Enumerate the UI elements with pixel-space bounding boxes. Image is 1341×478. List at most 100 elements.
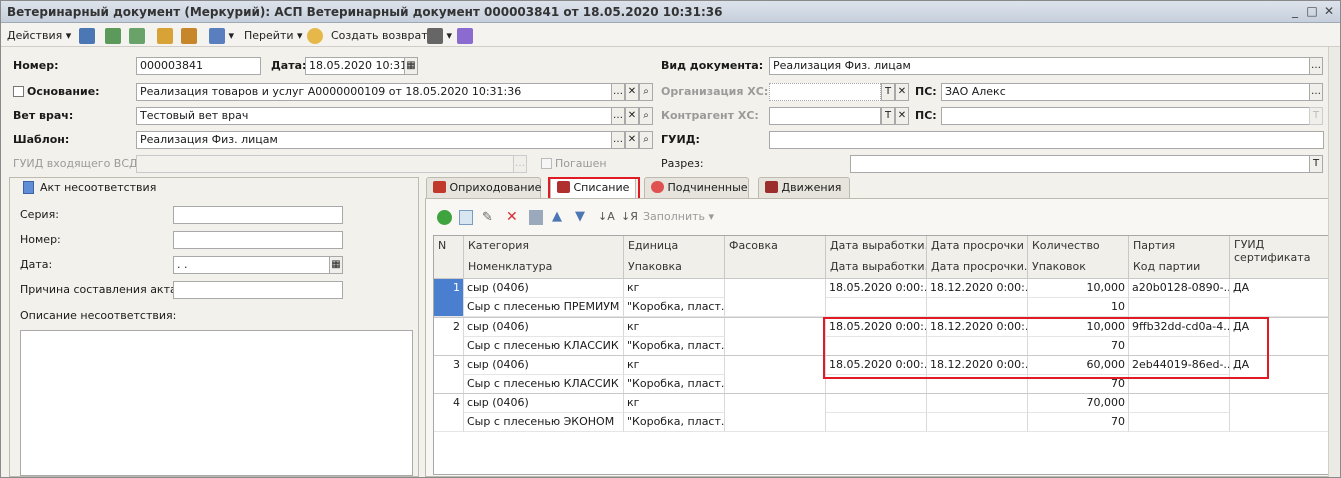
ps2-t-icon[interactable]: T [1309, 107, 1323, 125]
ps-field[interactable]: ЗАО Алекс [941, 83, 1310, 101]
contractor-clear-icon[interactable]: ✕ [895, 107, 909, 125]
org-clear-icon[interactable]: ✕ [895, 83, 909, 101]
table-row[interactable]: 4 сыр (0406) кг 70,000 Сыр с плесенью ЭК… [434, 393, 1331, 432]
col-header-nomenclature[interactable]: Номенклатура [464, 257, 624, 279]
cell-category: сыр (0406) [464, 356, 624, 375]
print-icon[interactable]: ▾ [427, 27, 452, 44]
post-icon[interactable] [157, 27, 173, 44]
description-label: Описание несоответствия: [20, 309, 177, 322]
description-textarea[interactable] [20, 330, 413, 476]
col-header-category[interactable]: Категория [464, 236, 624, 258]
sort-desc-icon[interactable]: ↓Я [621, 209, 638, 225]
cell-packaging: "Коробка, пласт... [624, 337, 725, 356]
basis-select-icon[interactable]: … [611, 83, 625, 101]
minimize-icon[interactable]: _ [1287, 4, 1303, 19]
delete-icon[interactable]: ✕ [506, 209, 520, 225]
col-header-guid[interactable]: ГУИД сертификата [1230, 236, 1331, 279]
help-icon[interactable] [307, 27, 323, 44]
date-field[interactable]: 18.05.2020 10:31:3 [305, 57, 405, 75]
act-number-field[interactable] [173, 231, 343, 249]
ps2-field[interactable] [941, 107, 1310, 125]
guid-in-select-icon[interactable]: … [513, 155, 527, 173]
template-label: Шаблон: [13, 133, 70, 146]
sort-asc-icon[interactable]: ↓A [598, 209, 615, 225]
template-open-icon[interactable]: ⌕ [639, 131, 653, 149]
ps-select-icon[interactable]: … [1309, 83, 1323, 101]
vet-clear-icon[interactable]: ✕ [625, 107, 639, 125]
tab-subordinate[interactable]: Подчиненные [644, 177, 749, 199]
act-calendar-icon[interactable]: ▦ [329, 256, 343, 274]
act-date-field[interactable]: . . [173, 256, 330, 274]
edit-icon[interactable]: ✎ [482, 210, 496, 225]
doctype-select-icon[interactable]: … [1309, 57, 1323, 75]
unpost-icon[interactable] [181, 27, 197, 44]
template-field[interactable]: Реализация Физ. лицам [136, 131, 612, 149]
save-icon[interactable] [79, 27, 95, 44]
basis-clear-icon[interactable]: ✕ [625, 83, 639, 101]
guid-field[interactable] [769, 131, 1324, 149]
add-icon[interactable] [437, 210, 452, 225]
reason-field[interactable] [173, 281, 343, 299]
exchange-icon[interactable] [457, 27, 473, 44]
guid-in-field[interactable] [136, 155, 514, 173]
repaid-checkbox[interactable] [541, 158, 552, 169]
col-header-batch-code[interactable]: Код партии [1129, 257, 1230, 279]
move-up-icon[interactable]: ▲ [552, 209, 566, 225]
contractor-field[interactable] [769, 107, 881, 125]
cell-expiry2 [927, 298, 1028, 317]
act-title: Акт несоответствия [40, 181, 157, 194]
refresh-icon[interactable] [105, 27, 121, 44]
move-down-icon[interactable]: ▼ [575, 209, 589, 225]
act-number-label: Номер: [20, 233, 61, 246]
scrollbar[interactable] [1328, 47, 1340, 477]
org-field[interactable] [769, 83, 881, 101]
close-icon[interactable]: ✕ [1321, 4, 1337, 19]
cart-icon [433, 181, 446, 193]
create-return-button[interactable]: Создать возврат [331, 27, 428, 44]
org-t-icon[interactable]: T [881, 83, 895, 101]
calendar-icon[interactable]: ▦ [404, 57, 418, 75]
template-clear-icon[interactable]: ✕ [625, 131, 639, 149]
doctype-field[interactable]: Реализация Физ. лицам [769, 57, 1310, 75]
col-header-packs[interactable]: Упаковок [1028, 257, 1129, 279]
vet-field[interactable]: Тестовый вет врач [136, 107, 612, 125]
goto-menu[interactable]: Перейти ▾ [244, 27, 303, 44]
basis-open-icon[interactable]: ⌕ [639, 83, 653, 101]
table-row[interactable]: 1 сыр (0406) кг 18.05.2020 0:00:... 18.1… [434, 279, 1331, 317]
section-field[interactable] [850, 155, 1310, 173]
col-header-made2[interactable]: Дата выработки... [826, 257, 927, 279]
col-header-expiry[interactable]: Дата просрочки [927, 236, 1028, 258]
actions-menu[interactable]: Действия ▾ [7, 27, 71, 44]
col-header-qty[interactable]: Количество [1028, 236, 1129, 258]
tab-receipt[interactable]: Оприходование [426, 177, 541, 199]
col-header-pack[interactable]: Фасовка [725, 236, 826, 279]
fill-menu[interactable]: Заполнить ▾ [643, 209, 714, 225]
cell-nomenclature: Сыр с плесенью ПРЕМИУМ [464, 298, 624, 317]
copy-icon[interactable] [129, 27, 145, 44]
maximize-icon[interactable]: □ [1304, 4, 1320, 19]
contractor-label: Контрагент ХС: [661, 109, 759, 122]
cell-packaging: "Коробка, пласт... [624, 413, 725, 432]
col-header-n[interactable]: N [434, 236, 464, 279]
cell-batch-code [1129, 298, 1230, 317]
structure-icon[interactable]: ▾ [209, 27, 234, 44]
vet-select-icon[interactable]: … [611, 107, 625, 125]
copy-row-icon[interactable] [459, 210, 473, 225]
section-t-icon[interactable]: T [1309, 155, 1323, 173]
col-header-unit[interactable]: Единица [624, 236, 725, 258]
series-field[interactable] [173, 206, 343, 224]
row-number: 3 [434, 356, 464, 394]
template-select-icon[interactable]: … [611, 131, 625, 149]
col-header-made[interactable]: Дата выработки... [826, 236, 927, 258]
basis-checkbox[interactable] [13, 86, 24, 97]
end-edit-icon[interactable] [529, 210, 543, 225]
tab-movements[interactable]: Движения [758, 177, 850, 199]
col-header-batch[interactable]: Партия [1129, 236, 1230, 258]
col-header-expiry2[interactable]: Дата просрочки... [927, 257, 1028, 279]
vet-open-icon[interactable]: ⌕ [639, 107, 653, 125]
number-field[interactable]: 000003841 [136, 57, 261, 75]
basis-field[interactable]: Реализация товаров и услуг А0000000109 о… [136, 83, 612, 101]
col-header-packaging[interactable]: Упаковка [624, 257, 725, 279]
repaid-label: Погашен [555, 157, 607, 170]
contractor-t-icon[interactable]: T [881, 107, 895, 125]
